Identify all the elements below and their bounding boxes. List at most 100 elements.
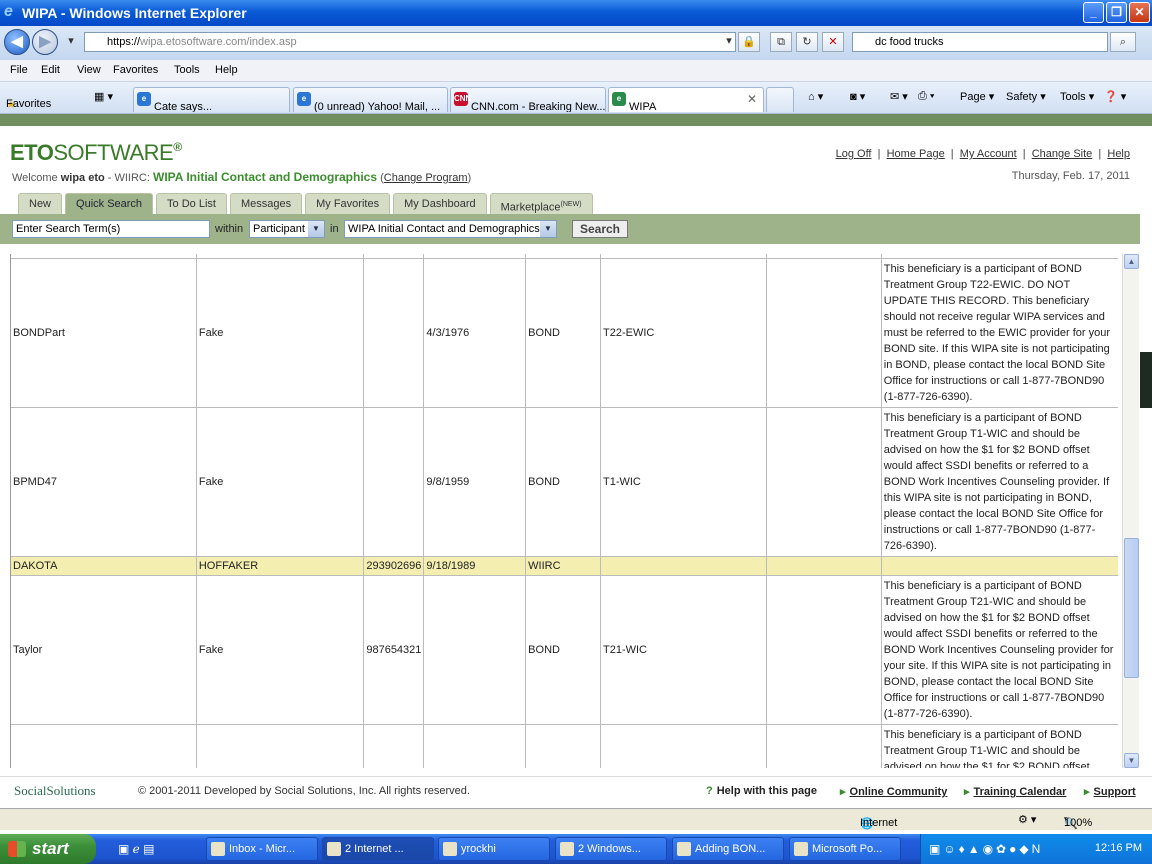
stop-icon[interactable]: ✕ xyxy=(822,32,844,52)
table-row[interactable]: This beneficiary is a participant of BON… xyxy=(11,724,1118,768)
quick-launch-icons[interactable]: ▣ ℯ ▤ xyxy=(118,842,154,856)
forward-button[interactable]: ▶ xyxy=(32,29,58,55)
back-button[interactable]: ◀ xyxy=(4,29,30,55)
tab-close-icon[interactable]: ✕ xyxy=(747,88,757,111)
taskbar-item-internet[interactable]: 2 Internet ... xyxy=(322,837,434,861)
change-site-link[interactable]: Change Site xyxy=(1032,148,1093,160)
tab-messages[interactable]: Messages xyxy=(229,193,303,214)
protected-mode-icon[interactable]: ⚙ ▾ xyxy=(1018,813,1036,826)
site-cell: BOND xyxy=(525,407,601,557)
clock[interactable]: 12:16 PM xyxy=(1095,842,1142,854)
scroll-thumb[interactable] xyxy=(1124,538,1139,678)
scroll-up-icon[interactable]: ▲ xyxy=(1124,254,1139,269)
tab-my-favorites[interactable]: My Favorites xyxy=(305,193,391,214)
lock-icon[interactable]: 🔒 xyxy=(738,32,760,52)
first-name-cell xyxy=(11,724,197,768)
start-button[interactable]: start xyxy=(0,834,96,864)
url-field[interactable]: https://wipa.etosoftware.com/index.asp xyxy=(84,32,736,52)
tab-cate[interactable]: e Cate says... xyxy=(133,87,290,112)
tab-my-dashboard[interactable]: My Dashboard xyxy=(393,193,487,214)
taskbar-item-powerpoint[interactable]: Microsoft Po... xyxy=(789,837,901,861)
tab-yahoo-mail[interactable]: e (0 unread) Yahoo! Mail, ... xyxy=(293,87,448,112)
search-term-input[interactable]: Enter Search Term(s) xyxy=(12,220,210,238)
table-row[interactable]: Taylor Fake 987654321 BOND T21-WIC This … xyxy=(11,575,1118,725)
taskbar-item-label: 2 Internet ... xyxy=(345,843,404,855)
ssn-cell xyxy=(363,407,425,557)
tray-icons[interactable]: ▣☺♦▲◉✿●◆N xyxy=(929,842,1043,856)
table-scrollbar[interactable]: ▲ ▼ xyxy=(1122,254,1139,768)
page-content: ETOSOFTWARE® Welcome wipa eto - WIIRC: W… xyxy=(0,114,1152,808)
minimize-button[interactable]: _ xyxy=(1083,2,1104,23)
tab-quick-search[interactable]: Quick Search xyxy=(65,193,154,214)
history-dropdown-icon[interactable]: ▾ xyxy=(60,32,82,52)
ssn-cell xyxy=(363,258,425,408)
ssn-cell xyxy=(363,724,425,768)
maximize-button[interactable]: ❐ xyxy=(1106,2,1127,23)
new-tab-button[interactable] xyxy=(766,87,794,112)
url-dropdown-icon[interactable]: ▾ xyxy=(718,32,740,52)
menu-edit[interactable]: Edit xyxy=(41,64,60,76)
logoff-link[interactable]: Log Off xyxy=(836,148,872,160)
marketplace-label: Marketplace xyxy=(500,201,561,214)
extra-cell xyxy=(766,407,882,557)
header-stripe xyxy=(0,114,1152,126)
tab-new[interactable]: New xyxy=(18,193,63,214)
support-label: Support xyxy=(1093,786,1136,798)
table-row[interactable]: BPMD47 Fake 9/8/1959 BOND T1-WIC This be… xyxy=(11,407,1118,557)
results-table: BONDPart Fake 4/3/1976 BOND T22-EWIC Thi… xyxy=(11,254,1118,768)
tab-marketplace[interactable]: Marketplace(NEW) xyxy=(489,193,593,214)
new-badge: (NEW) xyxy=(560,201,582,208)
taskbar-item-inbox[interactable]: Inbox - Micr... xyxy=(206,837,318,861)
tab-to-do-list[interactable]: To Do List xyxy=(156,193,227,214)
help-link[interactable]: Help xyxy=(1107,148,1130,160)
scroll-down-icon[interactable]: ▼ xyxy=(1124,753,1139,768)
menu-tools[interactable]: Tools xyxy=(174,64,200,76)
taskbar-item-word[interactable]: Adding BON... xyxy=(672,837,784,861)
training-calendar-link[interactable]: ▸ Training Calendar xyxy=(964,785,1066,798)
menu-view[interactable]: View xyxy=(77,64,101,76)
search-input[interactable]: dc food trucks xyxy=(852,32,1108,52)
online-community-link[interactable]: ▸ Online Community xyxy=(840,785,947,798)
within-select[interactable]: Participant ▼ xyxy=(249,220,325,238)
help-with-page-link[interactable]: ? Help with this page xyxy=(706,785,817,797)
table-row-highlighted[interactable]: DAKOTA HOFFAKER 293902696 9/18/1989 WIIR… xyxy=(11,556,1118,576)
ie-page-icon: e xyxy=(297,92,311,106)
page-menu[interactable]: Page ▾ xyxy=(960,90,994,103)
my-account-link[interactable]: My Account xyxy=(960,148,1017,160)
taskbar-item-label: Microsoft Po... xyxy=(812,843,883,855)
home-icon[interactable]: ⌂ ▾ xyxy=(808,90,823,103)
tab-wipa[interactable]: e WIPA ✕ xyxy=(608,87,764,112)
feeds-icon[interactable]: ◙ ▾ xyxy=(850,90,865,103)
arrow-right-icon: ▸ xyxy=(1084,786,1090,798)
change-program-link[interactable]: Change Program xyxy=(384,172,468,184)
site-cell: BOND xyxy=(525,258,601,408)
program-select[interactable]: WIPA Initial Contact and Demographics ▼ xyxy=(344,220,557,238)
last-name-cell: HOFFAKER xyxy=(196,556,365,576)
menu-file[interactable]: File xyxy=(10,64,28,76)
table-row[interactable]: BONDPart Fake 4/3/1976 BOND T22-EWIC Thi… xyxy=(11,258,1118,408)
menu-favorites[interactable]: Favorites xyxy=(113,64,158,76)
print-icon[interactable]: ⎙ ▾ xyxy=(918,90,934,103)
quick-tabs-icon[interactable]: ▦ ▾ xyxy=(94,90,113,103)
read-mail-icon[interactable]: ✉ ▾ xyxy=(890,90,908,103)
search-go-icon[interactable]: ⌕ xyxy=(1110,32,1136,52)
refresh-icon[interactable]: ↻ xyxy=(796,32,818,52)
note-cell: This beneficiary is a participant of BON… xyxy=(881,407,1118,557)
home-page-link[interactable]: Home Page xyxy=(887,148,945,160)
tools-menu[interactable]: Tools ▾ xyxy=(1060,90,1094,103)
start-label: start xyxy=(32,839,69,858)
taskbar-item-yrockhi[interactable]: yrockhi xyxy=(438,837,550,861)
support-link[interactable]: ▸ Support xyxy=(1084,785,1136,798)
safety-menu[interactable]: Safety ▾ xyxy=(1006,90,1046,103)
url-scheme: https:// xyxy=(107,36,141,48)
menu-help[interactable]: Help xyxy=(215,64,238,76)
search-button[interactable]: Search xyxy=(572,220,628,238)
help-icon[interactable]: ❓ ▾ xyxy=(1104,90,1126,103)
taskbar-item-windows[interactable]: 2 Windows... xyxy=(555,837,667,861)
compat-view-icon[interactable]: ⧉ xyxy=(770,32,792,52)
side-panel-handle[interactable] xyxy=(1140,352,1152,408)
tab-cnn[interactable]: CNN CNN.com - Breaking New... xyxy=(450,87,606,112)
close-button[interactable]: ✕ xyxy=(1129,2,1150,23)
current-date: Thursday, Feb. 17, 2011 xyxy=(1011,170,1130,182)
zoom-control[interactable]: 🔍 100% ▾ xyxy=(1064,813,1092,830)
